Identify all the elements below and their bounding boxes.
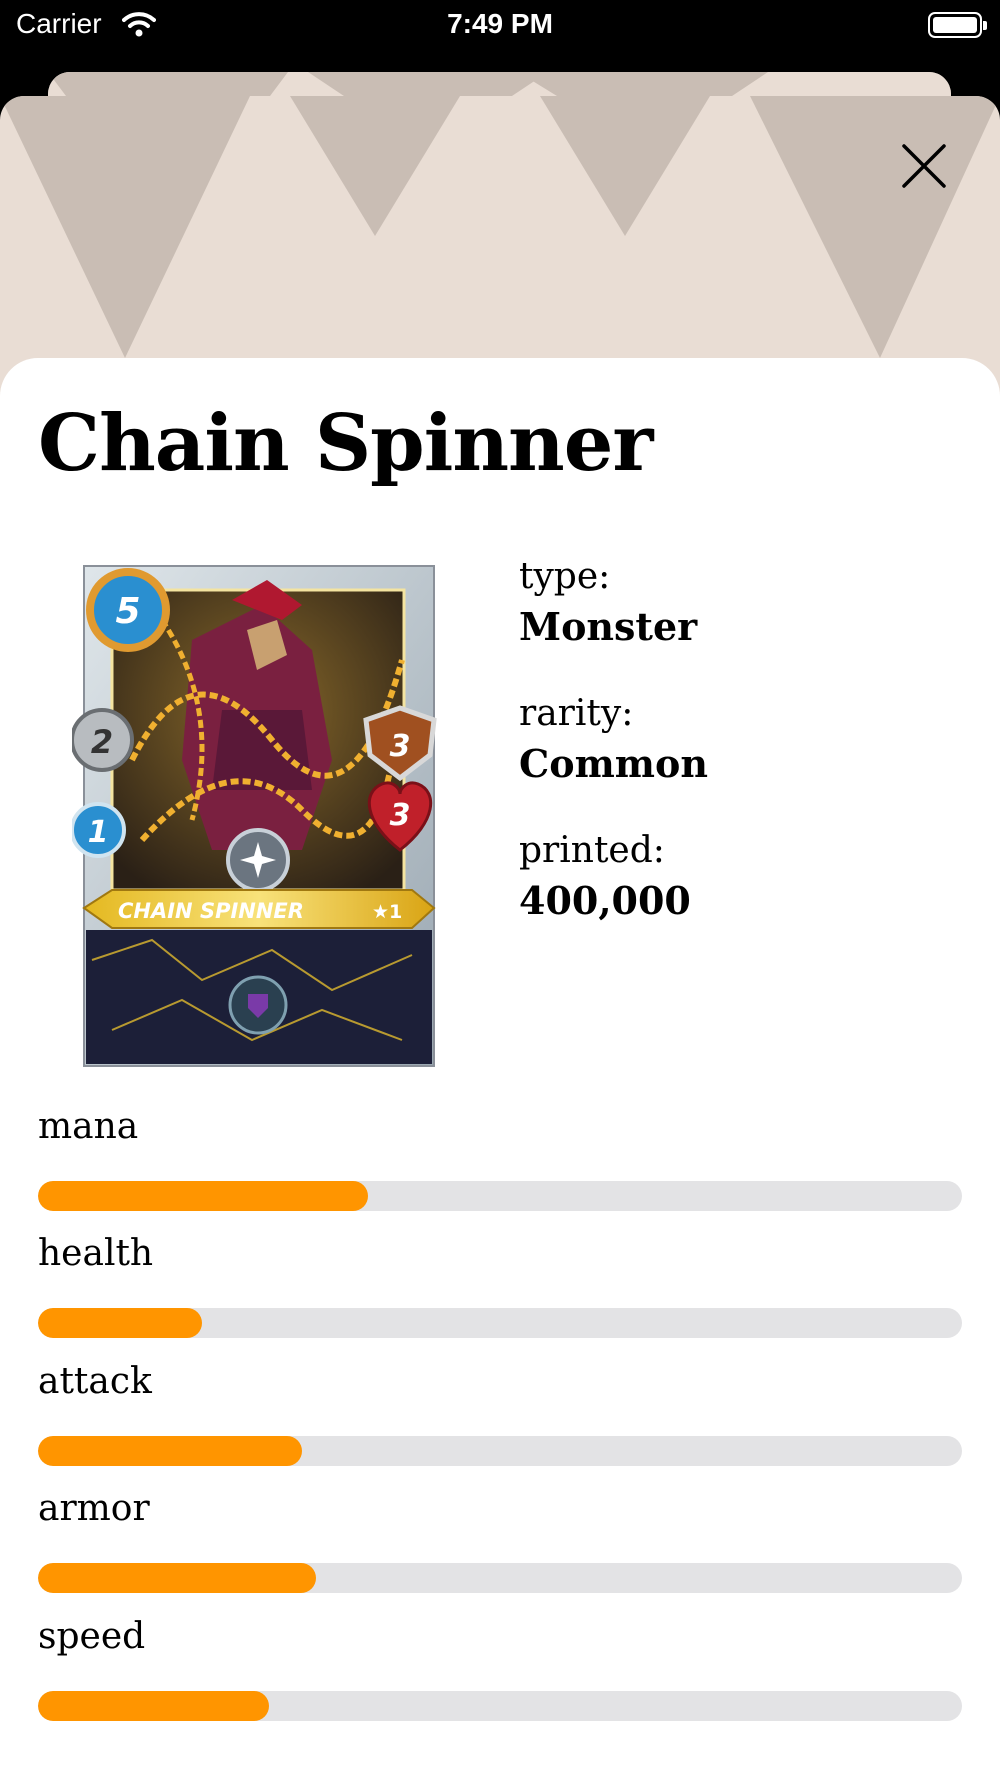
rarity-label: rarity:: [519, 693, 634, 734]
stat-bar-health: [38, 1308, 962, 1338]
stat-label-speed: speed: [38, 1616, 146, 1657]
stat-bar-attack: [38, 1436, 962, 1466]
card-mana-value: 5: [115, 591, 140, 632]
stat-bar-speed: [38, 1691, 962, 1721]
card-armor-value: 3: [390, 729, 411, 764]
monster-card-image: CHAIN SPINNER ★1 5 2 1 3 3: [72, 565, 437, 1067]
stat-label-armor: armor: [38, 1488, 150, 1529]
type-value: Monster: [519, 604, 698, 649]
page-title: Chain Spinner: [38, 398, 653, 489]
card-speed-value: 1: [88, 815, 109, 850]
battery-icon: [928, 12, 987, 38]
status-bar: Carrier 7:49 PM: [0, 0, 1000, 60]
printed-value: 400,000: [519, 878, 691, 923]
rarity-value: Common: [519, 741, 708, 786]
stat-bar-mana: [38, 1181, 962, 1211]
printed-label: printed:: [519, 830, 665, 871]
stat-fill-armor: [38, 1563, 317, 1593]
card-health-value: 3: [390, 798, 411, 833]
stat-fill-mana: [38, 1181, 368, 1211]
card-level: ★1: [372, 901, 402, 923]
type-label: type:: [519, 556, 611, 597]
stat-label-mana: mana: [38, 1106, 139, 1147]
stat-label-health: health: [38, 1233, 154, 1274]
close-button[interactable]: [898, 140, 950, 192]
stat-label-attack: attack: [38, 1361, 152, 1402]
card-name-banner: CHAIN SPINNER: [118, 899, 304, 923]
card-attack-value: 2: [91, 723, 113, 761]
stat-fill-speed: [38, 1691, 269, 1721]
status-time: 7:49 PM: [447, 8, 553, 39]
stat-bar-armor: [38, 1563, 962, 1593]
stat-fill-health: [38, 1308, 202, 1338]
stat-fill-attack: [38, 1436, 303, 1466]
